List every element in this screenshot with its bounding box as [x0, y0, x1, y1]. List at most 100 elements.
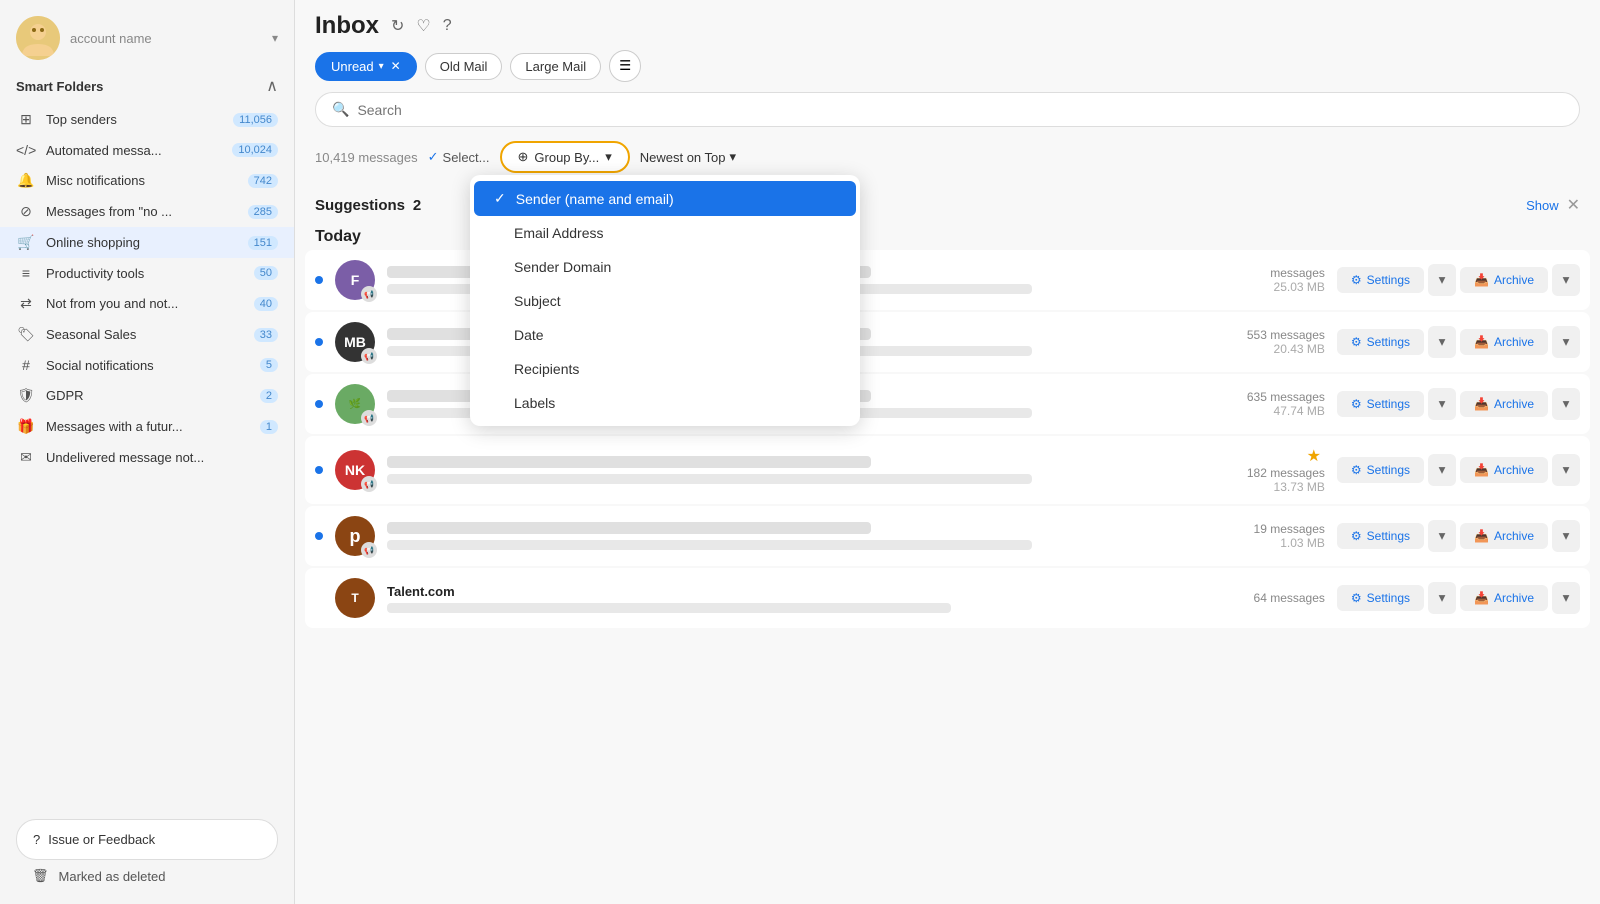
mail-info[interactable]	[387, 456, 1193, 484]
notify-badge: 📢	[361, 410, 377, 426]
star-icon[interactable]: ★	[1307, 448, 1321, 465]
settings-expand-button[interactable]: ▾	[1428, 454, 1456, 486]
mail-info[interactable]: Talent.com	[387, 584, 1193, 613]
archive-button[interactable]: 📥 Archive	[1460, 267, 1548, 293]
mail-meta: ★ 182 messages 13.73 MB	[1205, 446, 1325, 494]
sidebar-item-online-shopping[interactable]: 🛒 Online shopping 151	[0, 227, 294, 258]
sidebar-item-undelivered[interactable]: ✉ Undelivered message not...	[0, 442, 294, 473]
sidebar-item-seasonal-sales[interactable]: 🏷 Seasonal Sales 33	[0, 319, 294, 350]
dropdown-item-subject[interactable]: Subject	[470, 284, 860, 318]
mail-size: 1.03 MB	[1205, 536, 1325, 550]
settings-expand-button[interactable]: ▾	[1428, 264, 1456, 296]
mail-message-count: 182 messages	[1205, 466, 1325, 480]
unread-chevron-icon: ▾	[379, 61, 384, 72]
dropdown-item-email-address[interactable]: Email Address	[470, 216, 860, 250]
newest-on-top-button[interactable]: Newest on Top ▾	[640, 149, 736, 165]
newest-chevron-icon: ▾	[730, 149, 737, 165]
settings-button[interactable]: ⚙ Settings	[1337, 457, 1424, 483]
sidebar-item-label: Social notifications	[46, 358, 250, 373]
bell-icon: 🔔	[16, 172, 36, 189]
mail-size: 20.43 MB	[1205, 342, 1325, 356]
sidebar-item-top-senders[interactable]: ⊞ Top senders 11,056	[0, 104, 294, 135]
notify-badge: 📢	[361, 542, 377, 558]
suggestions-show-button[interactable]: Show	[1526, 198, 1559, 213]
archive-button[interactable]: 📥 Archive	[1460, 391, 1548, 417]
newest-label: Newest on Top	[640, 150, 726, 165]
archive-button[interactable]: 📥 Archive	[1460, 585, 1548, 611]
mail-row: NK 📢 ★ 182 messages 13.73 MB ⚙ Settings …	[305, 436, 1590, 504]
dropdown-item-sender-domain[interactable]: Sender Domain	[470, 250, 860, 284]
archive-expand-button[interactable]: ▾	[1552, 388, 1580, 420]
group-by-button[interactable]: ⊕ Group By... ▾	[500, 141, 630, 173]
settings-button[interactable]: ⚙ Settings	[1337, 329, 1424, 355]
settings-icon: ⚙	[1351, 273, 1362, 287]
settings-expand-button[interactable]: ▾	[1428, 582, 1456, 614]
select-button[interactable]: ✓ Select...	[428, 149, 490, 165]
sidebar-item-badge: 40	[254, 297, 278, 311]
settings-button[interactable]: ⚙ Settings	[1337, 391, 1424, 417]
filter-options-button[interactable]: ☰	[609, 50, 641, 82]
search-input[interactable]	[357, 102, 1563, 118]
sidebar-item-not-from-you[interactable]: ⇄ Not from you and not... 40	[0, 288, 294, 319]
shield-icon: 🛡	[16, 387, 36, 404]
main-content: Inbox ↻ ♡ ? Unread ▾ ✕ Old Mail Large Ma…	[295, 0, 1600, 904]
sidebar-item-productivity-tools[interactable]: ≡ Productivity tools 50	[0, 258, 294, 288]
dropdown-item-sender-name-email[interactable]: ✓ Sender (name and email)	[474, 181, 856, 216]
mail-message-count: 553 messages	[1205, 328, 1325, 342]
refresh-icon[interactable]: ↻	[391, 16, 404, 36]
sidebar-item-messages-future[interactable]: 🎁 Messages with a futur... 1	[0, 411, 294, 442]
settings-expand-button[interactable]: ▾	[1428, 520, 1456, 552]
sidebar-item-social-notifications[interactable]: # Social notifications 5	[0, 350, 294, 380]
mail-subject	[387, 474, 1032, 484]
settings-expand-button[interactable]: ▾	[1428, 326, 1456, 358]
sidebar-item-gdpr[interactable]: 🛡 GDPR 2	[0, 380, 294, 411]
settings-button[interactable]: ⚙ Settings	[1337, 585, 1424, 611]
settings-icon: ⚙	[1351, 463, 1362, 477]
archive-expand-button[interactable]: ▾	[1552, 582, 1580, 614]
sidebar-item-marked-deleted[interactable]: 🗑 Marked as deleted	[16, 860, 278, 892]
archive-expand-button[interactable]: ▾	[1552, 326, 1580, 358]
sidebar-item-automated-messages[interactable]: </> Automated messa... 10,024	[0, 135, 294, 165]
settings-button[interactable]: ⚙ Settings	[1337, 523, 1424, 549]
suggestions-close-button[interactable]: ✕	[1567, 195, 1580, 215]
sender-avatar: MB 📢	[335, 322, 375, 362]
filter-icon: ☰	[619, 58, 631, 74]
mail-info[interactable]	[387, 522, 1193, 550]
talent-mail-meta: 64 messages	[1205, 591, 1325, 605]
dropdown-item-labels[interactable]: Labels	[470, 386, 860, 420]
help-icon[interactable]: ?	[443, 17, 452, 35]
sidebar-item-messages-from-no[interactable]: ⊘ Messages from "no ... 285	[0, 196, 294, 227]
sender-avatar: 🌿 📢	[335, 384, 375, 424]
chevron-down-icon[interactable]: ▾	[272, 31, 278, 45]
archive-expand-button[interactable]: ▾	[1552, 454, 1580, 486]
account-name: account name	[70, 31, 262, 46]
sidebar-item-label: Messages from "no ...	[46, 204, 238, 219]
archive-expand-button[interactable]: ▾	[1552, 264, 1580, 296]
mail-meta: 553 messages 20.43 MB	[1205, 328, 1325, 356]
large-mail-filter-button[interactable]: Large Mail	[510, 53, 601, 80]
sidebar-item-misc-notifications[interactable]: 🔔 Misc notifications 742	[0, 165, 294, 196]
talent-mail-actions: ⚙ Settings ▾ 📥 Archive ▾	[1337, 582, 1580, 614]
dropdown-item-date[interactable]: Date	[470, 318, 860, 352]
settings-icon: ⚙	[1351, 397, 1362, 411]
main-header: Inbox ↻ ♡ ? Unread ▾ ✕ Old Mail Large Ma…	[295, 0, 1600, 185]
feedback-button[interactable]: ? Issue or Feedback	[16, 819, 278, 860]
old-mail-filter-button[interactable]: Old Mail	[425, 53, 503, 80]
archive-expand-button[interactable]: ▾	[1552, 520, 1580, 552]
unread-close-icon[interactable]: ✕	[391, 59, 401, 73]
heart-icon[interactable]: ♡	[416, 16, 430, 36]
archive-icon: 📥	[1474, 591, 1489, 605]
settings-expand-button[interactable]: ▾	[1428, 388, 1456, 420]
mail-actions: ⚙ Settings ▾ 📥 Archive ▾	[1337, 388, 1580, 420]
archive-button[interactable]: 📥 Archive	[1460, 329, 1548, 355]
archive-icon: 📥	[1474, 529, 1489, 543]
toolbar: 10,419 messages ✓ Select... ⊕ Group By..…	[315, 137, 1580, 177]
archive-button[interactable]: 📥 Archive	[1460, 457, 1548, 483]
mail-row: p 📢 19 messages 1.03 MB ⚙ Settings ▾ 📥	[305, 506, 1590, 566]
unread-filter-button[interactable]: Unread ▾ ✕	[315, 52, 417, 81]
mail-size: 47.74 MB	[1205, 404, 1325, 418]
archive-button[interactable]: 📥 Archive	[1460, 523, 1548, 549]
collapse-smart-folders-button[interactable]: ∧	[266, 76, 278, 96]
dropdown-item-recipients[interactable]: Recipients	[470, 352, 860, 386]
settings-button[interactable]: ⚙ Settings	[1337, 267, 1424, 293]
